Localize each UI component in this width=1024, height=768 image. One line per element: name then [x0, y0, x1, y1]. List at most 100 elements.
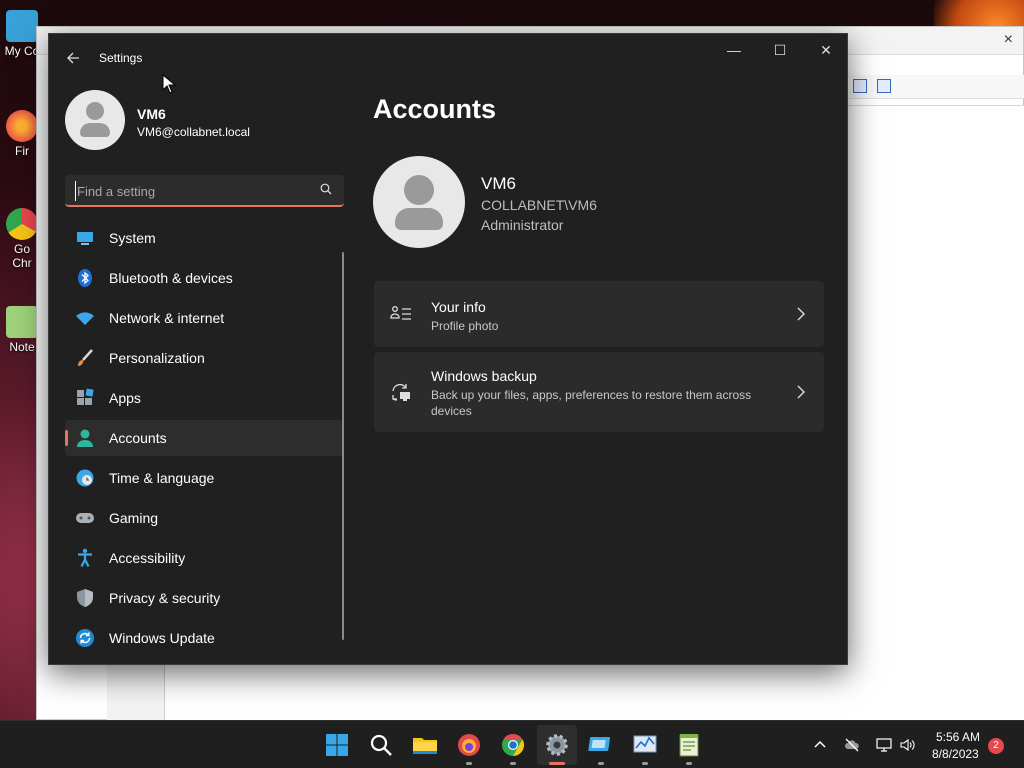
your-info-card[interactable]: Your info Profile photo	[374, 281, 824, 347]
wallpaper-accent	[934, 0, 1024, 28]
notepad-icon	[6, 306, 38, 338]
sidebar-item-bluetooth[interactable]: Bluetooth & devices	[65, 260, 343, 296]
sidebar-item-network[interactable]: Network & internet	[65, 300, 343, 336]
profile-name: VM6	[137, 106, 166, 122]
sidebar-item-label: Network & internet	[109, 310, 225, 326]
search-icon[interactable]	[320, 183, 332, 195]
accessibility-icon	[78, 548, 92, 567]
sidebar-item-gaming[interactable]: Gaming	[65, 500, 343, 536]
settings-icon[interactable]	[543, 731, 571, 759]
start-icon[interactable]	[323, 731, 351, 759]
running-indicator	[642, 762, 648, 765]
profile-header[interactable]: VM6 VM6@collabnet.local	[65, 90, 345, 154]
options-icon[interactable]	[877, 79, 891, 93]
sidebar-item-label: Bluetooth & devices	[109, 270, 233, 286]
cloud-offline-icon[interactable]	[844, 737, 860, 753]
search-box[interactable]	[65, 175, 344, 207]
shield-icon	[77, 589, 93, 607]
sidebar-item-time-language[interactable]: Time & language	[65, 460, 343, 496]
bluetooth-icon	[78, 269, 92, 287]
sidebar-scrollbar[interactable]	[342, 252, 344, 640]
clock-time[interactable]: 5:56 AM	[936, 730, 980, 744]
globe-clock-icon	[76, 469, 94, 487]
search-input[interactable]	[75, 181, 305, 201]
network-icon[interactable]	[876, 737, 892, 753]
account-avatar	[373, 156, 465, 248]
background-window-sidepanel	[107, 665, 165, 721]
fast-forward-icon[interactable]	[853, 79, 867, 93]
sidebar-item-label: Personalization	[109, 350, 205, 366]
chevron-right-icon	[797, 385, 805, 399]
sidebar-item-accounts[interactable]: Accounts	[65, 420, 343, 456]
sidebar-item-label: System	[109, 230, 156, 246]
sidebar-item-label: Accounts	[109, 430, 167, 446]
running-indicator	[598, 762, 604, 765]
back-button[interactable]	[63, 48, 83, 68]
notification-badge[interactable]: 2	[988, 738, 1004, 754]
sidebar-item-label: Privacy & security	[109, 590, 221, 606]
sidebar-item-label: Gaming	[109, 510, 159, 526]
desktop-icon-label: Go Chr	[12, 242, 32, 270]
sidebar-item-label: Accessibility	[109, 550, 186, 566]
notepad-icon[interactable]	[675, 731, 703, 759]
task-manager-icon[interactable]	[631, 731, 659, 759]
close-icon: ✕	[820, 42, 832, 58]
page-title: Accounts	[373, 94, 497, 124]
sidebar-item-label: Apps	[109, 390, 141, 406]
sidebar-item-privacy[interactable]: Privacy & security	[65, 580, 343, 616]
apps-icon	[77, 388, 94, 405]
account-name: VM6	[481, 174, 516, 193]
sidebar-item-accessibility[interactable]: Accessibility	[65, 540, 343, 576]
volume-icon[interactable]	[899, 737, 915, 753]
sidebar-item-personalization[interactable]: Personalization	[65, 340, 343, 376]
chevron-up-icon[interactable]	[812, 737, 828, 753]
sidebar-item-label: Time & language	[109, 470, 215, 486]
firefox-icon	[6, 110, 38, 142]
avatar	[65, 90, 125, 150]
desktop-icon-label: Note	[9, 340, 35, 354]
background-window-close-button[interactable]: ×	[1004, 31, 1013, 49]
chevron-right-icon	[797, 307, 805, 321]
file-explorer-icon[interactable]	[411, 731, 439, 759]
running-indicator	[510, 762, 516, 765]
card-subtitle: Back up your files, apps, preferences to…	[431, 388, 752, 418]
mouse-cursor-icon	[162, 74, 176, 94]
monitor-icon	[6, 10, 38, 42]
sidebar-item-system[interactable]: System	[65, 220, 343, 256]
your-info-icon	[390, 306, 411, 320]
running-indicator	[466, 762, 472, 765]
active-indicator	[549, 762, 565, 765]
wifi-icon	[76, 312, 94, 325]
search-icon[interactable]	[367, 731, 395, 759]
desktop-icon-label: Fir	[15, 144, 29, 158]
desktop-icon-label: My Co	[4, 44, 40, 58]
card-title: Your info	[431, 299, 486, 315]
clock-date[interactable]: 8/8/2023	[932, 747, 979, 761]
update-icon	[76, 629, 94, 647]
account-role: Administrator	[481, 217, 564, 233]
sidebar-item-apps[interactable]: Apps	[65, 380, 343, 416]
windows-backup-card[interactable]: Windows backup Back up your files, apps,…	[374, 352, 824, 432]
sidebar-nav: System Bluetooth & devices Network & int…	[65, 220, 343, 660]
minimize-icon: —	[727, 42, 741, 58]
remote-desktop-icon[interactable]	[587, 731, 615, 759]
back-arrow-icon	[67, 52, 79, 64]
card-subtitle: Profile photo	[431, 319, 499, 333]
window-title: Settings	[99, 51, 143, 65]
chrome-icon[interactable]	[499, 731, 527, 759]
maximize-icon: ☐	[773, 42, 787, 58]
brush-icon	[78, 349, 93, 366]
maximize-button[interactable]: ☐	[757, 34, 803, 66]
sidebar-item-windows-update[interactable]: Windows Update	[65, 620, 343, 656]
close-button[interactable]: ✕	[803, 34, 849, 66]
firefox-icon[interactable]	[455, 731, 483, 759]
minimize-button[interactable]: —	[711, 34, 757, 66]
taskbar: 5:56 AM 8/8/2023 2	[0, 720, 1024, 768]
sidebar-item-label: Windows Update	[109, 630, 215, 646]
accounts-icon	[77, 429, 93, 447]
card-title: Windows backup	[431, 368, 537, 384]
account-domain: COLLABNET\VM6	[481, 197, 597, 213]
selection-indicator	[65, 430, 68, 446]
running-indicator	[686, 762, 692, 765]
backup-icon	[392, 383, 410, 401]
